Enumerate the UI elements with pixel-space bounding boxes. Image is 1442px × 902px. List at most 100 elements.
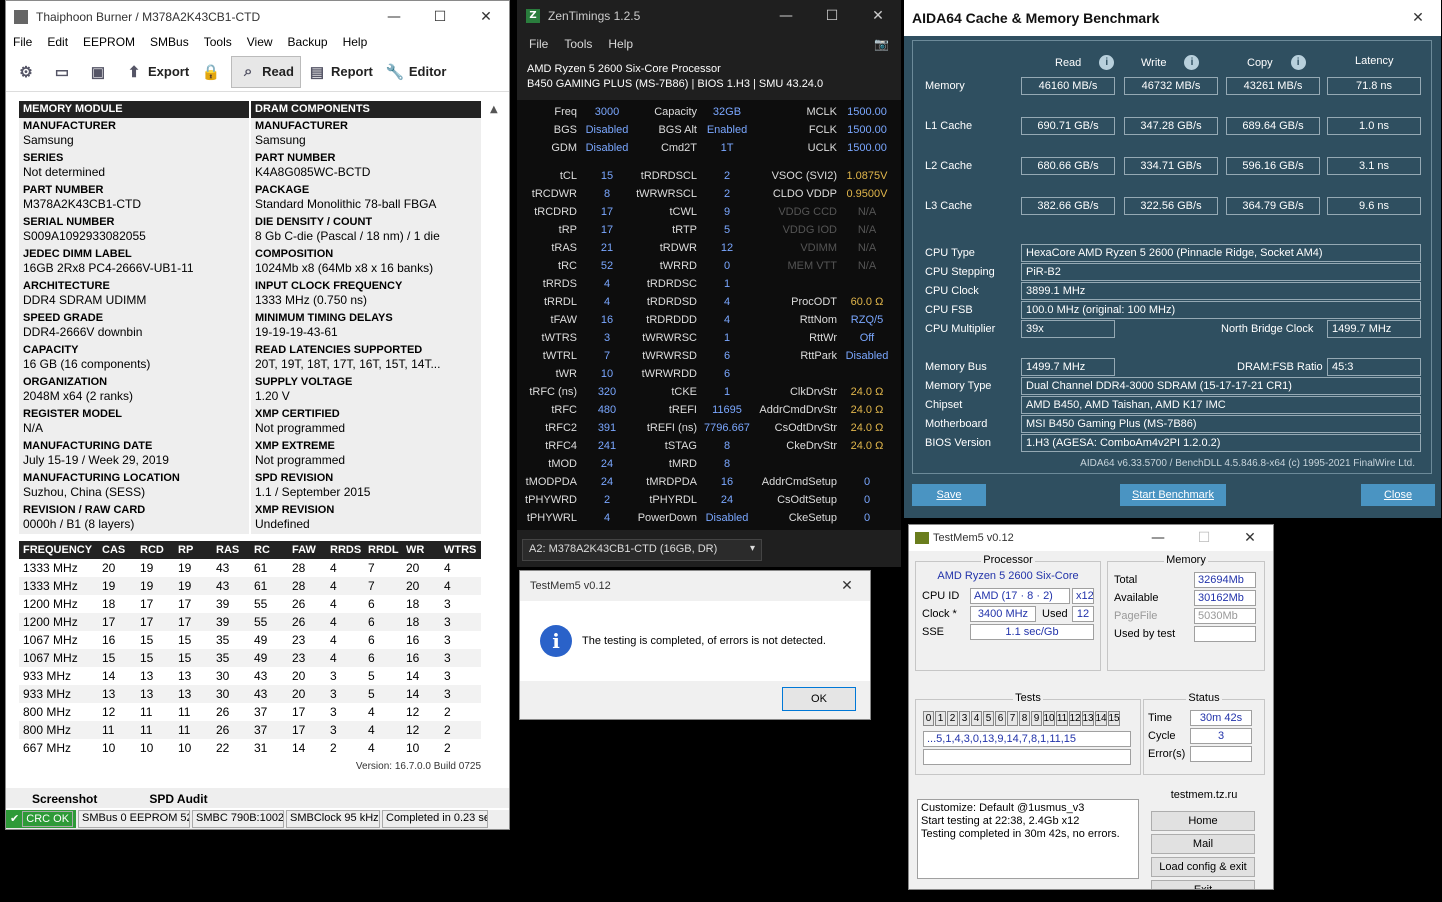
total-value: 32694Mb xyxy=(1194,572,1256,588)
time-label: Time xyxy=(1148,712,1173,724)
menu-item[interactable]: EEPROM xyxy=(76,35,143,49)
close-button[interactable]: ✕ xyxy=(1395,0,1441,36)
table-cell: 1333 MHz xyxy=(23,561,78,575)
close-button[interactable]: Close xyxy=(1361,484,1435,506)
memory-type-value: Dual Channel DDR4-3000 SDRAM (15-17-17-2… xyxy=(1021,377,1421,395)
table-row: 1067 MHz 16 15 15 35 49 23 4 6 16 3 xyxy=(19,631,481,649)
menu-file[interactable]: File xyxy=(521,37,556,51)
close-button[interactable]: ✕ xyxy=(1227,525,1273,551)
open-tool-button[interactable]: ▭ xyxy=(46,56,82,88)
timing-value: 24.0 Ω xyxy=(850,404,884,416)
start-benchmark-button[interactable]: Start Benchmark xyxy=(1120,484,1226,506)
table-row: 933 MHz 14 13 13 30 43 20 3 5 14 3 xyxy=(19,667,481,685)
camera-icon[interactable]: 📷 xyxy=(866,37,897,51)
table-row: 667 MHz 10 10 10 22 31 14 2 4 10 2 xyxy=(19,739,481,757)
zen-logo-icon: Z xyxy=(526,8,540,23)
timing-label: tWRRD xyxy=(659,260,697,272)
save-button[interactable]: Save xyxy=(912,484,986,506)
table-cell: 17 xyxy=(292,723,306,737)
cpu-multiplier-value: 39x xyxy=(1021,320,1115,338)
tab-screenshot[interactable]: Screenshot xyxy=(6,788,123,808)
menu-item[interactable]: File xyxy=(6,35,40,49)
timing-value: 0 xyxy=(863,476,871,488)
clock-value: 3400 MHz xyxy=(970,606,1036,622)
timing-label: tRFC xyxy=(551,404,577,416)
dram-ratio-value: 45:3 xyxy=(1327,358,1421,376)
timing-label: tRDRDSD xyxy=(646,296,697,308)
editor-button[interactable]: 🔧 Editor xyxy=(379,56,453,88)
menu-help[interactable]: Help xyxy=(600,37,641,51)
menu-bar: File Edit EEPROM SMBus Tools View Backup Help xyxy=(6,32,509,52)
table-cell: 11 xyxy=(140,705,153,719)
timing-value: N/A xyxy=(857,224,877,236)
close-button[interactable]: ✕ xyxy=(463,1,509,32)
testmem-dialog: TestMem5 v0.12 ✕ i The testing is comple… xyxy=(519,570,871,720)
dialog-close-button[interactable]: ✕ xyxy=(824,571,870,601)
maximize-button[interactable]: ☐ xyxy=(1181,525,1227,551)
dram-ratio-label: DRAM:FSB Ratio xyxy=(1237,361,1323,373)
floppy-icon: ▣ xyxy=(90,63,106,81)
table-cell: 5 xyxy=(368,687,375,701)
timing-label: RttPark xyxy=(800,350,837,362)
report-icon: ▤ xyxy=(309,63,325,81)
report-button[interactable]: ▤ Report xyxy=(301,56,379,88)
table-cell: 800 MHz xyxy=(23,723,72,737)
dimm-selector[interactable]: A2: M378A2K43CB1-CTD (16GB, DR) xyxy=(522,539,762,561)
lock-tool-button[interactable]: 🔒 xyxy=(195,56,231,88)
spd-cell: REGISTER MODEL N/A xyxy=(19,406,249,438)
timing-row: GDM Disabled Cmd2T 1T UCLK 1500.00 xyxy=(517,140,901,158)
memory-type-label: Memory Type xyxy=(925,380,992,392)
spd-row: CAPACITY 16 GB (16 components) READ LATENC… xyxy=(19,342,481,374)
menu-item[interactable]: Help xyxy=(336,35,376,49)
timing-label: Cmd2T xyxy=(660,142,697,154)
menu-item[interactable]: Backup xyxy=(281,35,336,49)
used-label: Used xyxy=(1042,608,1068,620)
minimize-button[interactable]: — xyxy=(1135,525,1181,551)
timing-label: PowerDown xyxy=(637,512,697,524)
freq-header-cell: RAS xyxy=(216,544,240,556)
spd-key: DIE DENSITY / COUNT xyxy=(255,216,373,228)
timing-label: MCLK xyxy=(806,106,837,118)
load-config-exit-button[interactable]: Load config & exit xyxy=(1151,857,1255,877)
vertical-scrollbar[interactable]: ▲ xyxy=(490,101,504,535)
table-cell: 13 xyxy=(178,687,192,701)
mail-button[interactable]: Mail xyxy=(1151,834,1255,854)
info-icon[interactable]: i xyxy=(1099,55,1115,70)
menu-item[interactable]: Edit xyxy=(40,35,76,49)
table-cell: 800 MHz xyxy=(23,705,72,719)
minimize-button[interactable]: — xyxy=(371,1,417,32)
aida-value: 71.8 ns xyxy=(1327,77,1421,95)
menu-item[interactable]: Tools xyxy=(197,35,240,49)
menu-tools[interactable]: Tools xyxy=(556,37,600,51)
info-icon[interactable]: i xyxy=(1290,55,1306,70)
menu-item[interactable]: SMBus xyxy=(143,35,197,49)
close-button[interactable]: ✕ xyxy=(855,0,901,31)
read-button[interactable]: ⌕ Read xyxy=(231,55,301,88)
timing-row: BGS Disabled BGS Alt Enabled FCLK 1500.00 xyxy=(517,122,901,140)
minimize-button[interactable]: — xyxy=(763,0,809,31)
save-tool-button[interactable]: ▣ xyxy=(82,56,118,88)
spd-value: DDR4 SDRAM UDIMM xyxy=(23,293,147,307)
table-cell: 39 xyxy=(216,615,230,629)
nb-clock-label: North Bridge Clock xyxy=(1221,323,1314,335)
smbus-status: SMBus 0 EEPROM 52h xyxy=(78,810,190,828)
processor-name: AMD Ryzen 5 2600 Six-Core xyxy=(937,570,1079,582)
test-cell: 13 xyxy=(1082,711,1094,726)
menu-item[interactable]: View xyxy=(240,35,281,49)
spd-cell: XMP REVISION Undefined xyxy=(251,502,481,534)
maximize-button[interactable]: ☐ xyxy=(417,1,463,32)
timing-label: tWTRS xyxy=(541,332,577,344)
tab-spd-audit[interactable]: SPD Audit xyxy=(123,788,233,808)
tests-title: Tests xyxy=(1013,692,1043,704)
settings-tool-button[interactable]: ⚙ xyxy=(10,56,46,88)
exit-button[interactable]: Exit xyxy=(1151,880,1255,889)
table-cell: 4 xyxy=(330,615,337,629)
spd-key: MANUFACTURER xyxy=(255,120,348,132)
home-button[interactable]: Home xyxy=(1151,811,1255,831)
ok-button[interactable]: OK xyxy=(782,687,856,711)
spd-row: SERIES Not determined PART NUMBER K4A8G085W… xyxy=(19,150,481,182)
maximize-button[interactable]: ☐ xyxy=(809,0,855,31)
export-button[interactable]: ⬆ Export xyxy=(118,56,195,88)
info-icon[interactable]: i xyxy=(1184,55,1200,70)
chevron-up-icon[interactable]: ▲ xyxy=(490,104,498,115)
